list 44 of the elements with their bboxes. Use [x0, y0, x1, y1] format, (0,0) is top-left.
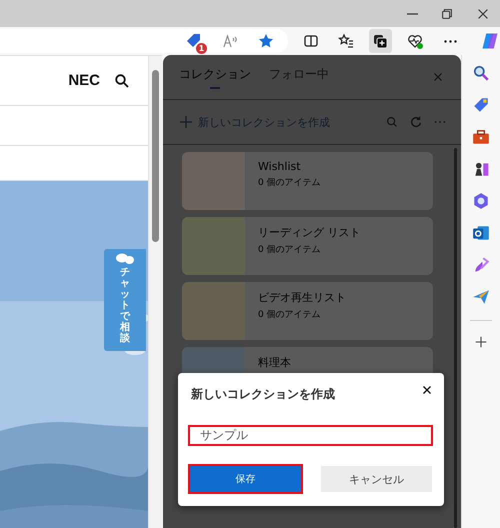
collection-title: ビデオ再生リスト: [258, 290, 346, 305]
collection-title: 料理本: [258, 355, 291, 370]
heart-icon: [407, 33, 424, 49]
save-button[interactable]: 保存: [188, 464, 303, 494]
name-input[interactable]: サンプル: [188, 425, 433, 446]
minimize-icon[interactable]: [407, 12, 418, 14]
collection-card[interactable]: リーディング リスト 0 個のアイテム: [182, 217, 433, 275]
scrollbar-thumb[interactable]: [152, 70, 159, 242]
collection-card[interactable]: Wishlist 0 個のアイテム: [182, 152, 433, 210]
hexagon-logo-icon: [472, 192, 490, 210]
site-logo[interactable]: NEC: [68, 72, 100, 89]
split-screen-icon: [302, 33, 319, 49]
shopping-tag-icon[interactable]: [186, 33, 202, 49]
item-count: 0 個のアイテム: [258, 309, 322, 321]
collection-title: リーディング リスト: [258, 225, 360, 240]
collection-card[interactable]: ビデオ再生リスト 0 個のアイテム: [182, 282, 433, 340]
close-icon: [476, 6, 490, 20]
cancel-button[interactable]: キャンセル: [321, 466, 432, 492]
search-icon: [114, 72, 130, 88]
address-bar[interactable]: 1: [0, 29, 288, 53]
copilot-icon: [480, 31, 500, 51]
add-icon: [474, 335, 488, 349]
refresh-icon: [409, 115, 423, 129]
chat-button[interactable]: チャットで相談: [104, 249, 146, 351]
item-count: 0 個のアイテム: [258, 177, 321, 189]
star-icon: [258, 33, 274, 49]
toolbar-button[interactable]: [368, 29, 392, 53]
more-icon: [444, 40, 457, 42]
dialog-title: 新しいコレクションを作成: [191, 386, 335, 403]
read-aloud-icon: [222, 33, 238, 49]
tag-icon: [472, 96, 490, 114]
plus-icon: [180, 116, 192, 128]
chat-bubbles-icon: [115, 253, 135, 265]
restore-icon: [440, 6, 454, 20]
search-icon: [472, 64, 490, 82]
mail-app-icon: [472, 224, 490, 242]
favorites-icon: [338, 33, 354, 49]
paper-plane-icon: [472, 288, 490, 306]
collection-title: Wishlist: [258, 160, 302, 173]
item-count: 0 個のアイテム: [258, 244, 322, 256]
collections-icon: [372, 33, 388, 49]
toolbox-icon: [472, 128, 490, 146]
notification-badge: 1: [196, 43, 207, 54]
search-icon: [385, 115, 399, 129]
